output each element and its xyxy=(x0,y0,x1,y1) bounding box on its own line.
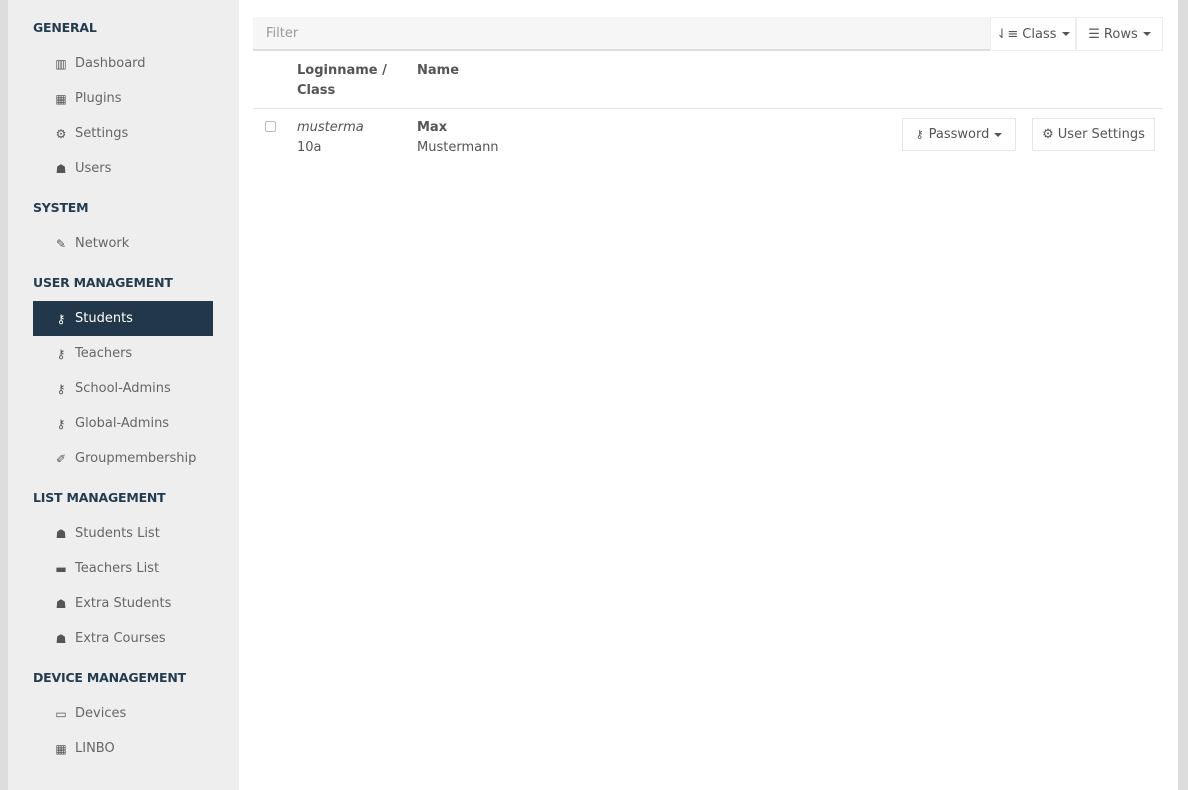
sidebar-item-teachers-list[interactable]: ▬ Teachers List xyxy=(33,551,213,586)
sidebar-item-label: Students List xyxy=(75,526,160,541)
briefcase-icon: ▬ xyxy=(55,561,67,576)
section-heading: DEVICE MANAGEMENT xyxy=(33,670,186,685)
user-settings-button[interactable]: ⚙ User Settings xyxy=(1032,118,1155,151)
users-icon: ☗ xyxy=(55,631,67,646)
sidebar-item-label: Settings xyxy=(75,126,129,141)
grid-icon: ▦ xyxy=(55,91,67,106)
header-class-text: Class xyxy=(297,83,336,98)
sort-icon: ⇃≡ xyxy=(996,26,1019,42)
sidebar-item-school-admins[interactable]: ⚷ School-Admins xyxy=(33,371,213,406)
sidebar-item-devices[interactable]: ▭ Devices xyxy=(33,696,213,731)
sidebar-item-label: Plugins xyxy=(75,91,122,106)
users-icon: ☗ xyxy=(55,596,67,611)
sidebar-item-label: Network xyxy=(75,236,130,251)
rows-button[interactable]: ☰ Rows xyxy=(1076,17,1163,51)
loginname: musterma xyxy=(297,120,364,135)
sidebar: GENERAL ▥ Dashboard ▦ Plugins ⚙ Settings ☗ Users… xyxy=(8,0,239,790)
sidebar-item-students-list[interactable]: ☗ Students List xyxy=(33,516,213,551)
caret-down-icon xyxy=(994,132,1003,137)
section-heading: LIST MANAGEMENT xyxy=(33,490,166,505)
sidebar-item-dashboard[interactable]: ▥ Dashboard xyxy=(33,46,213,81)
bar-chart-icon: ▥ xyxy=(55,56,67,71)
sidebar-item-users[interactable]: ☗ Users xyxy=(33,151,213,186)
first-name: Max xyxy=(417,120,448,135)
sidebar-item-extra-students[interactable]: ☗ Extra Students xyxy=(33,586,213,621)
key-icon: ⚷ xyxy=(56,381,66,396)
password-button[interactable]: ⚷ Password xyxy=(902,118,1016,151)
sidebar-item-label: Global-Admins xyxy=(75,416,170,431)
sidebar-item-label: Dashboard xyxy=(75,56,146,71)
grid-icon: ▦ xyxy=(55,741,67,756)
sidebar-item-label: Extra Courses xyxy=(75,631,166,646)
rows-label: Rows xyxy=(1103,26,1138,42)
caret-down-icon xyxy=(1142,32,1151,36)
last-name: Mustermann xyxy=(417,140,499,155)
wrench-icon: ✐ xyxy=(55,451,67,466)
sidebar-item-label: Students xyxy=(75,311,133,326)
sidebar-item-students[interactable]: ⚷ Students xyxy=(33,301,213,336)
class: 10a xyxy=(297,140,322,155)
header-login-text: Loginname / xyxy=(297,63,387,78)
sidebar-item-label: Groupmembership xyxy=(75,451,197,466)
filter-input[interactable] xyxy=(253,17,990,51)
key-icon: ⚷ xyxy=(56,346,66,361)
sidebar-item-label: LINBO xyxy=(75,741,115,756)
sidebar-item-label: Users xyxy=(75,161,112,176)
header-name[interactable]: Name xyxy=(417,61,459,81)
section-heading: USER MANAGEMENT xyxy=(33,275,173,290)
sidebar-item-network[interactable]: ✎ Network xyxy=(33,226,213,261)
plug-icon: ✎ xyxy=(55,236,67,251)
key-icon: ⚷ xyxy=(56,311,66,326)
sidebar-item-settings[interactable]: ⚙ Settings xyxy=(33,116,213,151)
sidebar-item-extra-courses[interactable]: ☗ Extra Courses xyxy=(33,621,213,656)
sort-class-button[interactable]: ⇃≡ Class xyxy=(990,17,1076,51)
class-label: Class xyxy=(1022,26,1057,42)
sidebar-item-label: Teachers xyxy=(75,346,133,361)
key-icon: ⚷ xyxy=(56,416,66,431)
section-heading: GENERAL xyxy=(33,20,97,35)
users-icon: ☗ xyxy=(55,526,67,541)
table-header: Loginname / Class Name xyxy=(253,51,1163,109)
sidebar-item-label: School-Admins xyxy=(75,381,171,396)
user-settings-label: User Settings xyxy=(1057,127,1145,142)
laptop-icon: ▭ xyxy=(55,706,67,721)
main-content: ⇃≡Class ☰Rows Loginname /Class Name must… xyxy=(239,0,1178,790)
sidebar-item-linbo[interactable]: ▦ LINBO xyxy=(33,731,213,766)
sidebar-item-label: Extra Students xyxy=(75,596,172,611)
gear-icon: ⚙ xyxy=(55,126,67,141)
sidebar-item-global-admins[interactable]: ⚷ Global-Admins xyxy=(33,406,213,441)
key-icon: ⚷ xyxy=(915,128,924,141)
sidebar-item-teachers[interactable]: ⚷ Teachers xyxy=(33,336,213,371)
table-row: musterma 10a Max Mustermann ⚷ Password ⚙ U… xyxy=(253,109,1163,161)
users-icon: ☗ xyxy=(55,161,67,176)
caret-down-icon xyxy=(1061,32,1070,36)
sidebar-item-label: Teachers List xyxy=(75,561,160,576)
sidebar-item-label: Devices xyxy=(75,706,127,721)
header-loginname[interactable]: Loginname / Class xyxy=(297,61,387,101)
row-checkbox[interactable] xyxy=(265,121,276,132)
section-heading: SYSTEM xyxy=(33,200,89,215)
list-icon: ☰ xyxy=(1088,26,1100,42)
gear-icon: ⚙ xyxy=(1042,127,1054,142)
password-label: Password xyxy=(928,127,990,142)
sidebar-item-plugins[interactable]: ▦ Plugins xyxy=(33,81,213,116)
sidebar-item-groupmembership[interactable]: ✐ Groupmembership xyxy=(33,441,213,476)
